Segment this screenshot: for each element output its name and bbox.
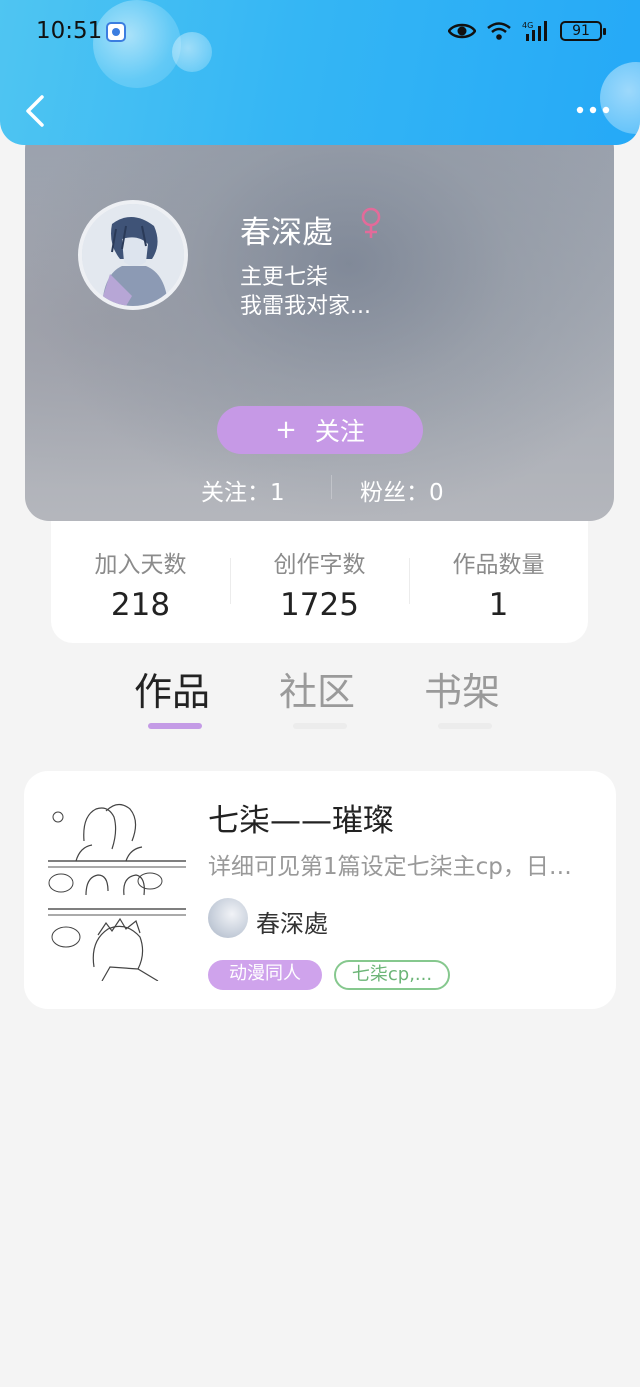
app-notification-icon (106, 22, 126, 42)
stat-value: 1 (488, 587, 509, 623)
tab-indicator-active (148, 723, 202, 729)
author-avatar (208, 898, 248, 938)
work-cover-image[interactable] (46, 791, 192, 981)
stats-card: 加入天数 218 创作字数 1725 作品数量 1 (51, 500, 588, 643)
status-time: 10:51 (36, 18, 103, 44)
follow-button[interactable]: + 关注 (217, 406, 423, 454)
decor-bubble (600, 62, 640, 134)
plus-icon: + (275, 415, 297, 445)
stat-works-count: 作品数量 1 (409, 545, 588, 623)
tag-cp[interactable]: 七柒cp,... (334, 960, 450, 990)
tab-indicator (438, 723, 492, 729)
signal-label: 4G (522, 21, 533, 30)
stat-join-days: 加入天数 218 (51, 545, 230, 623)
tab-community[interactable]: 社区 (279, 661, 355, 716)
stat-label: 加入天数 (94, 552, 187, 578)
work-title[interactable]: 七柒——璀璨 (208, 795, 394, 840)
follow-label: 关注 (314, 417, 365, 446)
divider (331, 475, 332, 499)
fans-count[interactable]: 粉丝：0 (360, 473, 444, 507)
bio-line: 主更七柒 (240, 265, 329, 290)
following-count[interactable]: 关注：1 (201, 473, 285, 507)
stat-value: 218 (110, 587, 171, 623)
status-bar: 10:51 4G 91 (0, 14, 640, 50)
bio-line: 我雷我对家... (240, 294, 371, 319)
username: 春深處 (240, 215, 333, 251)
signal-icon: 4G (522, 21, 547, 41)
back-arrow-icon[interactable] (22, 94, 48, 128)
work-card[interactable]: 七柒——璀璨 详细可见第1篇设定七柒主cp，日常流，无小三，无任何虐 春深處 动… (24, 771, 616, 1009)
tab-works[interactable]: 作品 (134, 661, 210, 716)
top-header: 10:51 4G 91 (0, 0, 640, 145)
stat-value: 1725 (280, 587, 359, 623)
avatar-illustration (82, 204, 184, 306)
stat-label: 创作字数 (273, 552, 366, 578)
author-name: 春深處 (256, 910, 328, 938)
avatar[interactable] (78, 200, 188, 310)
battery-indicator: 91 (560, 21, 606, 41)
tag-genre[interactable]: 动漫同人 (208, 960, 322, 990)
profile-card: 春深處 主更七柒 我雷我对家... + 关注 关注：1 粉丝：0 (25, 125, 614, 521)
female-icon (361, 207, 381, 238)
profile-tabs: 作品 社区 书架 (0, 655, 640, 745)
stat-label: 作品数量 (452, 552, 545, 578)
tab-indicator (293, 723, 347, 729)
stat-word-count: 创作字数 1725 (230, 545, 409, 623)
wifi-icon (487, 22, 511, 40)
tab-bookshelf[interactable]: 书架 (424, 661, 500, 716)
bio: 主更七柒 我雷我对家... (240, 263, 371, 321)
work-description: 详细可见第1篇设定七柒主cp，日常流，无小三，无任何虐 (208, 854, 588, 880)
eye-icon (448, 23, 476, 39)
follow-counts: 关注：1 粉丝：0 (25, 473, 614, 506)
more-options-icon[interactable] (576, 100, 610, 120)
